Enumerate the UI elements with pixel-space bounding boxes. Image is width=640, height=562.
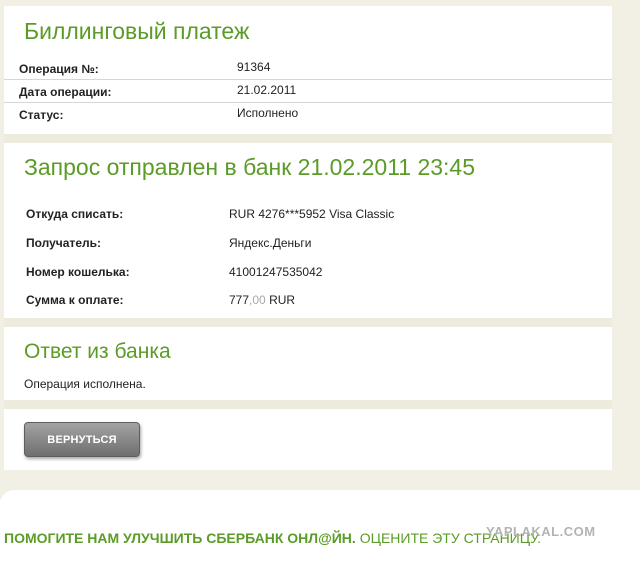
frame-right-border xyxy=(612,0,640,470)
request-row-amount: Сумма к оплате: 777,00 RUR xyxy=(4,291,612,311)
info-value: 91364 xyxy=(237,60,271,74)
info-label: Дата операции: xyxy=(19,85,112,99)
request-value: Яндекс.Деньги xyxy=(229,236,312,250)
request-label: Откуда списать: xyxy=(26,207,124,221)
watermark: YAPLAKAL.COM xyxy=(486,524,596,539)
request-label: Сумма к оплате: xyxy=(26,293,124,307)
request-row-wallet: Номер кошелька: 41001247535042 xyxy=(4,263,612,283)
amount-cents: ,00 xyxy=(249,293,266,307)
response-title: Ответ из банка xyxy=(24,340,171,363)
info-row-date: Дата операции: 21.02.2011 xyxy=(4,79,612,103)
section-separator xyxy=(4,134,612,143)
amount-currency: RUR xyxy=(269,293,296,307)
request-value: RUR 4276***5952 Visa Classic xyxy=(229,207,395,221)
back-button[interactable]: ВЕРНУТЬСЯ xyxy=(24,422,140,457)
response-text: Операция исполнена. xyxy=(24,377,146,391)
amount-main: 777 xyxy=(229,293,250,307)
billing-title: Биллинговый платеж xyxy=(24,18,250,44)
request-label: Получатель: xyxy=(26,236,101,250)
info-label: Статус: xyxy=(19,108,64,122)
section-separator xyxy=(4,318,612,327)
feedback-prompt: ПОМОГИТЕ НАМ УЛУЧШИТЬ СБЕРБАНК ОНЛ@ЙН. xyxy=(4,530,356,546)
request-row-recipient: Получатель: Яндекс.Деньги xyxy=(4,234,612,254)
info-label: Операция №: xyxy=(19,62,99,76)
request-label: Номер кошелька: xyxy=(26,265,130,279)
info-value: 21.02.2011 xyxy=(237,83,297,97)
request-title: Запрос отправлен в банк 21.02.2011 23:45 xyxy=(24,154,476,180)
info-row-operation: Операция №: 91364 xyxy=(4,56,612,80)
feedback-banner: ПОМОГИТЕ НАМ УЛУЧШИТЬ СБЕРБАНК ОНЛ@ЙН. О… xyxy=(4,530,541,546)
section-separator xyxy=(4,400,612,409)
info-value: Исполнено xyxy=(237,106,299,120)
amount-value: 777,00 RUR xyxy=(229,293,295,307)
request-row-from: Откуда списать: RUR 4276***5952 Visa Cla… xyxy=(4,205,612,225)
request-value: 41001247535042 xyxy=(229,265,323,279)
info-row-status: Статус: Исполнено xyxy=(4,102,612,125)
